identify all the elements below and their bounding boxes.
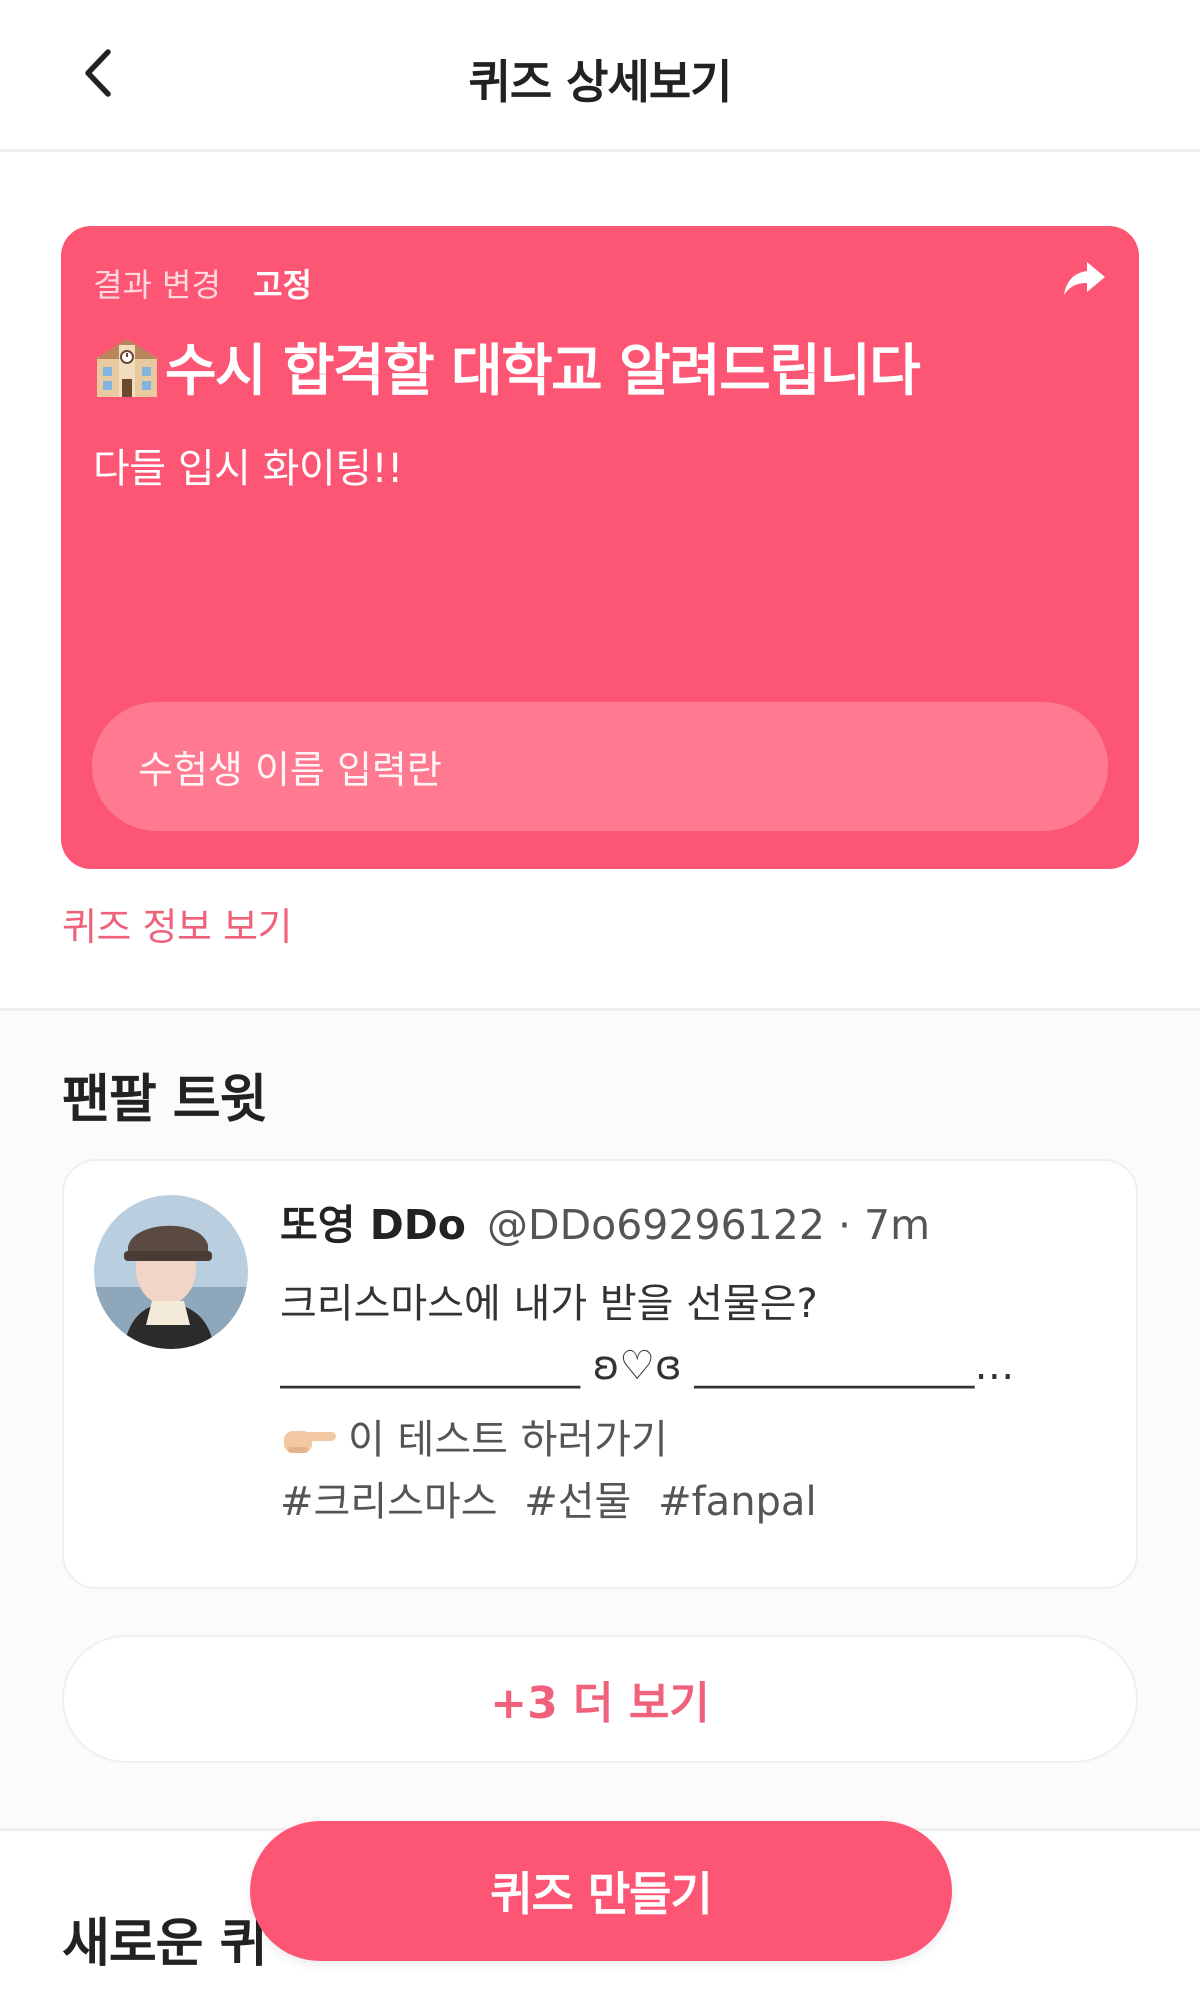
quiz-section: 결과 변경 고정 수시 합격할 대학교 알려드립니다 다들 입시 화이팅!! 수… xyxy=(0,152,1200,1008)
tweet-card[interactable]: 또영 DDo @DDo69296122 · 7m 크리스마스에 내가 받을 선물… xyxy=(62,1159,1138,1589)
card-tags: 결과 변경 고정 xyxy=(93,260,312,306)
tag-result-change: 결과 변경 xyxy=(93,266,221,304)
tweet-cta-text: 이 테스트 하러가기 xyxy=(348,1417,668,1463)
quiz-title: 수시 합격할 대학교 알려드립니다 xyxy=(93,326,1109,407)
hashtag[interactable]: #선물 xyxy=(524,1479,631,1525)
tweet-hashtags: #크리스마스 #선물 #fanpal xyxy=(280,1471,1096,1533)
top-app-bar: 퀴즈 상세보기 xyxy=(0,0,1200,152)
avatar[interactable] xyxy=(94,1195,248,1349)
tweet-author: 또영 DDo @DDo69296122 · 7m xyxy=(280,1191,930,1251)
quiz-title-text: 수시 합격할 대학교 알려드립니다 xyxy=(165,339,921,404)
section-title-new-quiz: 새로운 퀴 xyxy=(62,1914,267,1974)
hashtag[interactable]: #크리스마스 xyxy=(280,1479,498,1525)
tweet-line-decor: _______________ ʚ♡ɞ ______________… xyxy=(280,1343,1015,1389)
tweet-handle-time: @DDo69296122 · 7m xyxy=(487,1201,931,1249)
share-button[interactable] xyxy=(1059,254,1109,304)
tag-fixed: 고정 xyxy=(253,266,312,304)
pointing-finger-icon xyxy=(284,1431,336,1453)
tweet-cta-line: 이 테스트 하러가기 xyxy=(280,1409,1096,1471)
quiz-info-link[interactable]: 퀴즈 정보 보기 xyxy=(62,896,292,951)
examinee-name-input[interactable]: 수험생 이름 입력란 xyxy=(92,702,1108,831)
tweet-body: 크리스마스에 내가 받을 선물은? _______________ ʚ♡ɞ __… xyxy=(280,1273,1096,1533)
quiz-subtitle: 다들 입시 화이팅!! xyxy=(93,446,403,492)
page-title: 퀴즈 상세보기 xyxy=(468,55,733,109)
hashtag[interactable]: #fanpal xyxy=(658,1479,816,1525)
avatar-image xyxy=(94,1195,248,1349)
share-arrow-icon xyxy=(1064,262,1105,295)
tweet-line-question: 크리스마스에 내가 받을 선물은? xyxy=(280,1281,818,1327)
create-quiz-button[interactable]: 퀴즈 만들기 xyxy=(250,1821,952,1961)
tweet-author-name: 또영 DDo xyxy=(280,1201,466,1249)
see-more-tweets-button[interactable]: +3 더 보기 xyxy=(62,1635,1138,1763)
fanpal-tweets-section: 팬팔 트윗 또영 DDo @DDo69296122 · 7m 크리스마스에 내가… xyxy=(0,1008,1200,1828)
section-title-tweets: 팬팔 트윗 xyxy=(62,1070,267,1130)
quiz-card: 결과 변경 고정 수시 합격할 대학교 알려드립니다 다들 입시 화이팅!! 수… xyxy=(61,226,1139,869)
school-building-icon xyxy=(95,338,159,397)
